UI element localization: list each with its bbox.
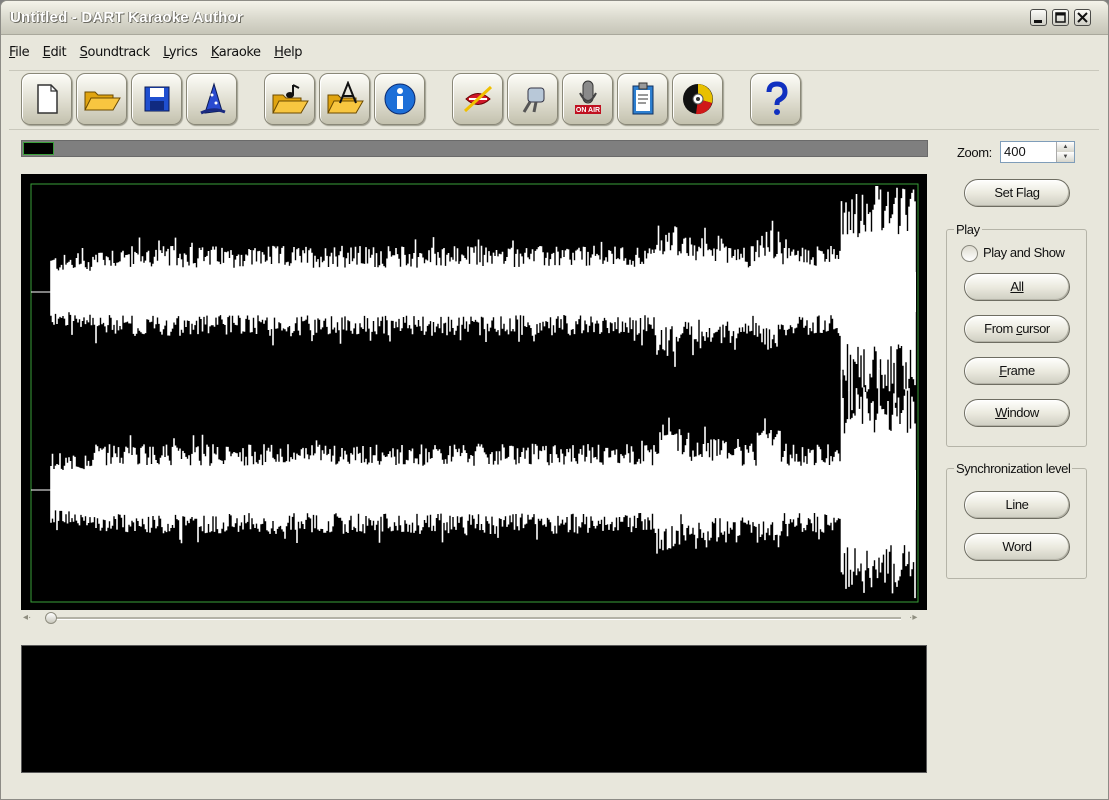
waveform-core-band (51, 272, 916, 312)
mixer-button[interactable] (507, 73, 558, 125)
menu-file[interactable]: File (9, 45, 30, 60)
open-soundtrack-button[interactable] (264, 73, 315, 125)
maximize-button[interactable] (1052, 9, 1069, 26)
sync-group-title: Synchronization level (954, 461, 1073, 476)
help-button[interactable] (750, 73, 801, 125)
play-window-button[interactable]: Window (964, 399, 1070, 427)
mixer-icon (522, 87, 544, 113)
open-button[interactable] (76, 73, 127, 125)
play-frame-button[interactable]: Frame (964, 357, 1070, 385)
scrollbar-track (45, 617, 901, 620)
waveform-display[interactable] (21, 174, 927, 610)
close-button[interactable] (1074, 9, 1091, 26)
menu-edit[interactable]: Edit (43, 45, 67, 60)
menu-help[interactable]: Help (274, 45, 302, 60)
title-bar[interactable]: Untitled - DART Karaoke Author (1, 1, 1108, 35)
on-air-microphone-icon: ON AIR (574, 80, 601, 114)
mute-vocals-button[interactable] (452, 73, 503, 125)
open-lyrics-button[interactable] (319, 73, 370, 125)
play-and-show-label: Play and Show (983, 245, 1065, 260)
zoom-spinbox[interactable]: 400 ▲ ▼ (1000, 141, 1075, 163)
new-button[interactable] (21, 73, 72, 125)
zoom-value[interactable]: 400 (1004, 144, 1026, 159)
open-soundtrack-icon (271, 84, 309, 114)
save-disk-icon (144, 86, 169, 112)
clipboard-button[interactable] (617, 73, 668, 125)
sync-word-button[interactable]: Word (964, 533, 1070, 561)
sync-line-button[interactable]: Line (964, 491, 1070, 519)
menu-separator (9, 70, 1099, 71)
app-window: Untitled - DART Karaoke Author File Edit… (0, 0, 1109, 800)
cd-button[interactable] (672, 73, 723, 125)
zoom-up-icon[interactable]: ▲ (1056, 142, 1074, 152)
close-icon (1077, 12, 1088, 23)
from-cursor-suffix: ursor (1022, 321, 1050, 336)
minimize-button[interactable] (1030, 9, 1047, 26)
svg-text:ON AIR: ON AIR (575, 107, 599, 114)
info-button[interactable] (374, 73, 425, 125)
menu-soundtrack[interactable]: Soundtrack (80, 45, 150, 60)
mute-vocals-icon (463, 85, 492, 113)
new-document-icon (36, 84, 58, 114)
window-title: Untitled - DART Karaoke Author (10, 9, 243, 26)
toolbar-separator (9, 129, 1099, 130)
open-folder-icon (83, 91, 121, 111)
clipboard-icon (632, 82, 653, 115)
lyrics-display[interactable] (21, 645, 927, 773)
waveform-graph (30, 183, 919, 603)
on-air-button[interactable]: ON AIR (562, 73, 613, 125)
frame-rest: rame (1006, 363, 1035, 378)
play-and-show-radio[interactable] (961, 245, 978, 262)
position-progress-bar[interactable] (21, 140, 928, 157)
maximize-icon (1055, 12, 1066, 23)
from-cursor-prefix: From (984, 321, 1017, 336)
cd-burn-icon (682, 84, 713, 115)
play-group: Play Play and Show All From cursor Frame… (946, 222, 1087, 447)
play-group-title: Play (954, 222, 982, 237)
synchronization-group: Synchronization level Line Word (946, 461, 1087, 579)
scrollbar-thumb[interactable] (45, 612, 57, 624)
zoom-down-icon[interactable]: ▼ (1056, 152, 1074, 162)
zoom-label: Zoom: (957, 145, 992, 160)
save-button[interactable] (131, 73, 182, 125)
play-all-button[interactable]: All (964, 273, 1070, 301)
play-from-cursor-button[interactable]: From cursor (964, 315, 1070, 343)
help-question-icon (766, 81, 788, 115)
menu-bar: File Edit Soundtrack Lyrics Karaoke Help (9, 43, 311, 67)
info-icon (384, 83, 415, 115)
waveform-scrollbar[interactable]: ◂· ·▸ (21, 611, 927, 627)
wizard-button[interactable] (186, 73, 237, 125)
set-flag-button[interactable]: Set Flag (964, 179, 1070, 207)
open-lyrics-icon (326, 81, 364, 114)
window-accel: W (995, 405, 1007, 420)
minimize-icon (1034, 20, 1042, 23)
waveform-core-band (51, 470, 916, 510)
menu-karaoke[interactable]: Karaoke (211, 45, 261, 60)
progress-fill (23, 142, 54, 155)
frame-accel: F (999, 363, 1007, 378)
play-all-label: All (1010, 279, 1024, 294)
scroll-right-icon[interactable]: ·▸ (909, 612, 917, 623)
window-rest: indow (1006, 405, 1039, 420)
wizard-hat-icon (199, 82, 226, 115)
menu-lyrics[interactable]: Lyrics (163, 45, 198, 60)
scroll-left-icon[interactable]: ◂· (23, 612, 31, 623)
